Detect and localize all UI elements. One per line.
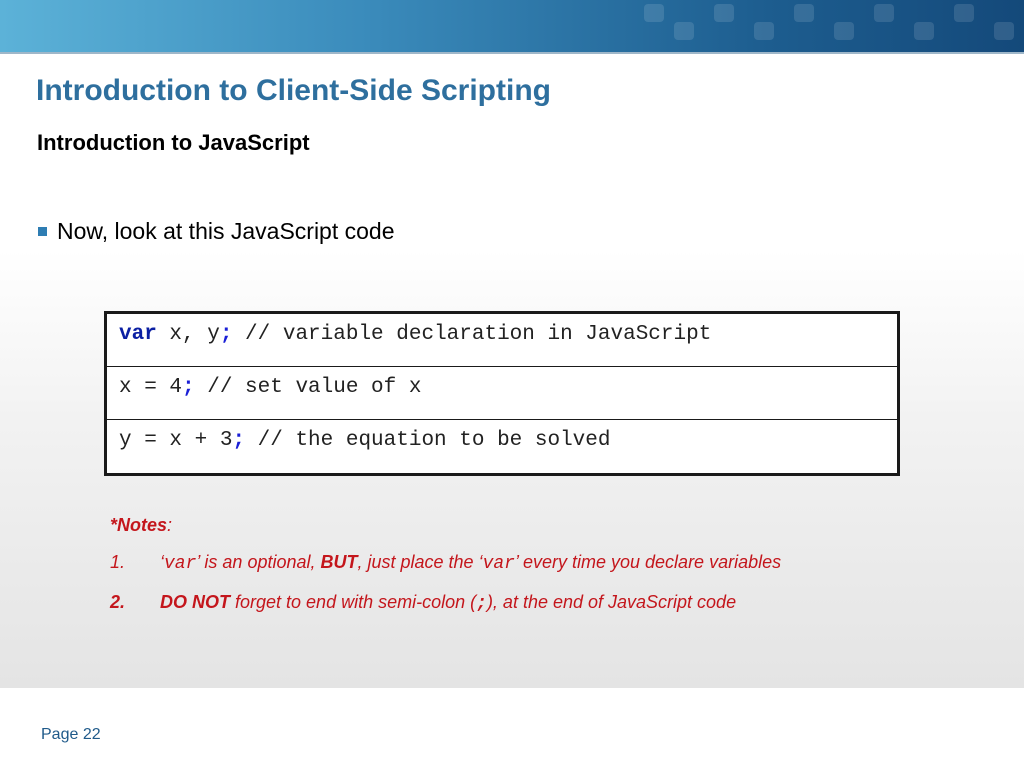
bullet-text: Now, look at this JavaScript code (57, 218, 395, 244)
slide-subtitle: Introduction to JavaScript (37, 130, 310, 155)
square-bullet-icon (38, 227, 47, 236)
notes-section: *Notes: 1. ‘var’ is an optional, BUT, ju… (110, 515, 930, 628)
header-banner (0, 0, 1024, 52)
code-semicolon: ; (232, 429, 246, 452)
code-semicolon: ; (219, 323, 233, 346)
slide-title: Introduction to Client-Side Scripting (36, 74, 551, 107)
notes-heading: *Notes: (110, 515, 930, 536)
note-code: var (482, 554, 515, 574)
page-number: Page 22 (41, 726, 101, 743)
code-text: y = x + 3 (119, 429, 233, 452)
bullet-item: Now, look at this JavaScript code (38, 218, 395, 245)
code-comment: // set value of x (194, 376, 422, 399)
note-text: ‘var’ is an optional, BUT, just place th… (160, 548, 930, 578)
code-keyword: var (119, 323, 157, 346)
note-text: DO NOT forget to end with semi-colon (;)… (160, 588, 930, 618)
note-segment: , just place the ‘ (357, 552, 483, 572)
code-text: x, y (156, 323, 220, 346)
note-segment: ’ every time you declare variables (514, 552, 782, 572)
code-row: x = 4; // set value of x (107, 367, 897, 420)
note-code: var (164, 554, 197, 574)
notes-heading-text: *Notes (110, 515, 168, 535)
notes-heading-colon: : (167, 515, 173, 535)
note-emphasis: DO NOT (160, 592, 230, 612)
note-code: ; (476, 594, 487, 614)
code-comment: // the equation to be solved (245, 429, 611, 452)
code-row: y = x + 3; // the equation to be solved (107, 420, 897, 473)
code-semicolon: ; (182, 376, 195, 399)
note-segment: is an optional, (199, 552, 321, 572)
note-item: 1. ‘var’ is an optional, BUT, just place… (110, 548, 930, 578)
code-text: x = 4 (119, 376, 183, 399)
note-segment: ), at the end of JavaScript code (486, 592, 737, 612)
banner-decoration (604, 0, 1024, 52)
code-row: var x, y; // variable declaration in Jav… (107, 314, 897, 367)
note-number: 1. (110, 552, 126, 572)
note-emphasis: BUT (320, 552, 358, 572)
note-item: 2. DO NOT forget to end with semi-colon … (110, 588, 930, 618)
footer-band (0, 688, 1024, 768)
note-number: 2. (110, 592, 126, 612)
code-comment: // variable declaration in JavaScript (232, 323, 712, 346)
header-divider (0, 52, 1024, 54)
note-segment: forget to end with semi-colon ( (230, 592, 477, 612)
code-table: var x, y; // variable declaration in Jav… (104, 311, 900, 476)
